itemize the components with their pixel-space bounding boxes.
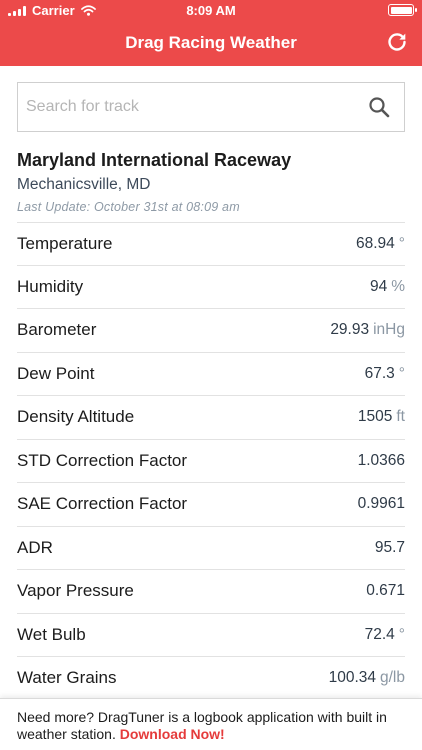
value-unit: ° (398, 364, 405, 382)
status-bar: Carrier 8:09 AM (0, 0, 422, 22)
promo-banner: Need more? DragTuner is a logbook applic… (0, 698, 422, 750)
row-label: SAE Correction Factor (17, 494, 188, 514)
value-unit: % (391, 277, 405, 295)
value-unit: g/lb (380, 669, 405, 687)
row-label: Wet Bulb (17, 624, 86, 644)
page-title: Drag Racing Weather (125, 33, 297, 52)
weather-row-adr[interactable]: ADR 95.7 (17, 527, 405, 570)
search-icon[interactable] (368, 96, 390, 118)
row-value: 29.93 inHg (330, 321, 405, 339)
value-number: 1505 (357, 408, 393, 426)
value-number: 95.7 (374, 538, 405, 556)
row-value: 0.9961 (358, 495, 405, 513)
row-label: Barometer (17, 320, 97, 340)
value-number: 68.94 (356, 234, 395, 252)
weather-row-wet-bulb[interactable]: Wet Bulb 72.4 ° (17, 614, 405, 657)
value-number: 94 (369, 277, 388, 295)
row-value: 1.0366 (358, 452, 405, 470)
weather-row-temperature[interactable]: Temperature 68.94 ° (17, 222, 405, 266)
row-label: Water Grains (17, 668, 117, 688)
weather-row-barometer[interactable]: Barometer 29.93 inHg (17, 309, 405, 353)
row-label: Temperature (17, 233, 113, 253)
weather-row-water-grains[interactable]: Water Grains 100.34 g/lb (17, 657, 405, 701)
row-label: Humidity (17, 276, 84, 296)
value-number: 100.34 (328, 669, 376, 687)
row-label: Vapor Pressure (17, 581, 134, 601)
row-label: Density Altitude (17, 407, 135, 427)
weather-row-density-altitude[interactable]: Density Altitude 1505 ft (17, 396, 405, 440)
row-value: 94% (370, 278, 405, 296)
weather-row-vapor-pressure[interactable]: Vapor Pressure 0.671 (17, 570, 405, 614)
weather-row-dew-point[interactable]: Dew Point 67.3 ° (17, 353, 405, 396)
weather-row-std-correction[interactable]: STD Correction Factor 1.0366 (17, 440, 405, 483)
search-input[interactable] (26, 83, 356, 131)
weather-list: Temperature 68.94 ° Humidity 94% Baromete… (17, 222, 405, 701)
status-time: 8:09 AM (186, 3, 236, 18)
row-value: 0.671 (366, 582, 405, 600)
value-unit: ° (398, 234, 405, 252)
value-number: 72.4 (364, 625, 395, 643)
weather-row-humidity[interactable]: Humidity 94% (17, 266, 405, 309)
row-value: 67.3 ° (365, 365, 405, 383)
weather-row-sae-correction[interactable]: SAE Correction Factor 0.9961 (17, 483, 405, 527)
value-number: 0.671 (366, 582, 405, 600)
row-value: 95.7 (375, 539, 405, 557)
row-value: 72.4 ° (365, 626, 405, 644)
app-header: Carrier 8:09 AM Drag Racing Weather (0, 0, 422, 66)
value-unit: ft (396, 408, 405, 426)
row-value: 100.34 g/lb (329, 669, 405, 687)
value-unit: inHg (373, 321, 405, 339)
value-unit: ° (398, 625, 405, 643)
refresh-icon[interactable] (386, 31, 408, 53)
track-name: Maryland International Raceway (17, 150, 292, 170)
battery-icon (388, 4, 417, 16)
search-box (17, 82, 405, 132)
value-number: 29.93 (330, 321, 370, 339)
row-label: STD Correction Factor (17, 450, 188, 470)
row-value: 68.94 ° (356, 235, 405, 253)
value-number: 1.0366 (357, 451, 405, 469)
row-label: ADR (17, 537, 53, 557)
download-link[interactable]: Download Now! (120, 726, 225, 742)
row-value: 1505 ft (358, 408, 405, 426)
row-label: Dew Point (17, 363, 95, 383)
value-number: 0.9961 (357, 495, 405, 513)
value-number: 67.3 (364, 364, 395, 382)
last-update: Last Update: October 31st at 08:09 am (17, 200, 240, 214)
track-location: Mechanicsville, MD (17, 176, 151, 193)
